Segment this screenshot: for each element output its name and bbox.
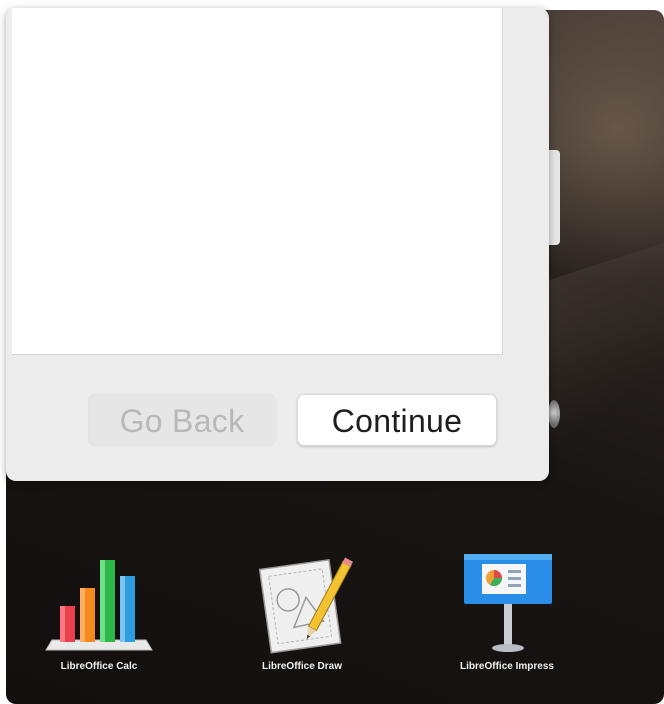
dock-label: LibreOffice Draw xyxy=(261,661,343,672)
dock-label: LibreOffice Impress xyxy=(460,661,554,672)
libreoffice-impress-icon xyxy=(464,554,552,652)
continue-button[interactable]: Continue xyxy=(297,394,497,446)
installer-dialog: Go Back Continue xyxy=(6,8,549,481)
screen: Go Back Continue LibreOffice Calc LibreO… xyxy=(0,0,664,704)
window-edge-tab xyxy=(549,150,560,245)
dock-item-libreoffice-impress[interactable]: LibreOffice Impress xyxy=(432,550,582,690)
libreoffice-calc-icon xyxy=(45,560,153,651)
dock-item-libreoffice-draw[interactable]: LibreOffice Draw xyxy=(227,550,377,690)
dock-item-libreoffice-calc[interactable]: LibreOffice Calc xyxy=(24,550,174,690)
libreoffice-draw-icon xyxy=(258,557,354,654)
dock-label: LibreOffice Calc xyxy=(60,661,138,672)
window-edge-knob xyxy=(548,400,560,428)
go-back-button[interactable]: Go Back xyxy=(88,394,276,446)
dialog-content-panel xyxy=(12,8,503,355)
wallpaper-ridge xyxy=(546,238,664,482)
